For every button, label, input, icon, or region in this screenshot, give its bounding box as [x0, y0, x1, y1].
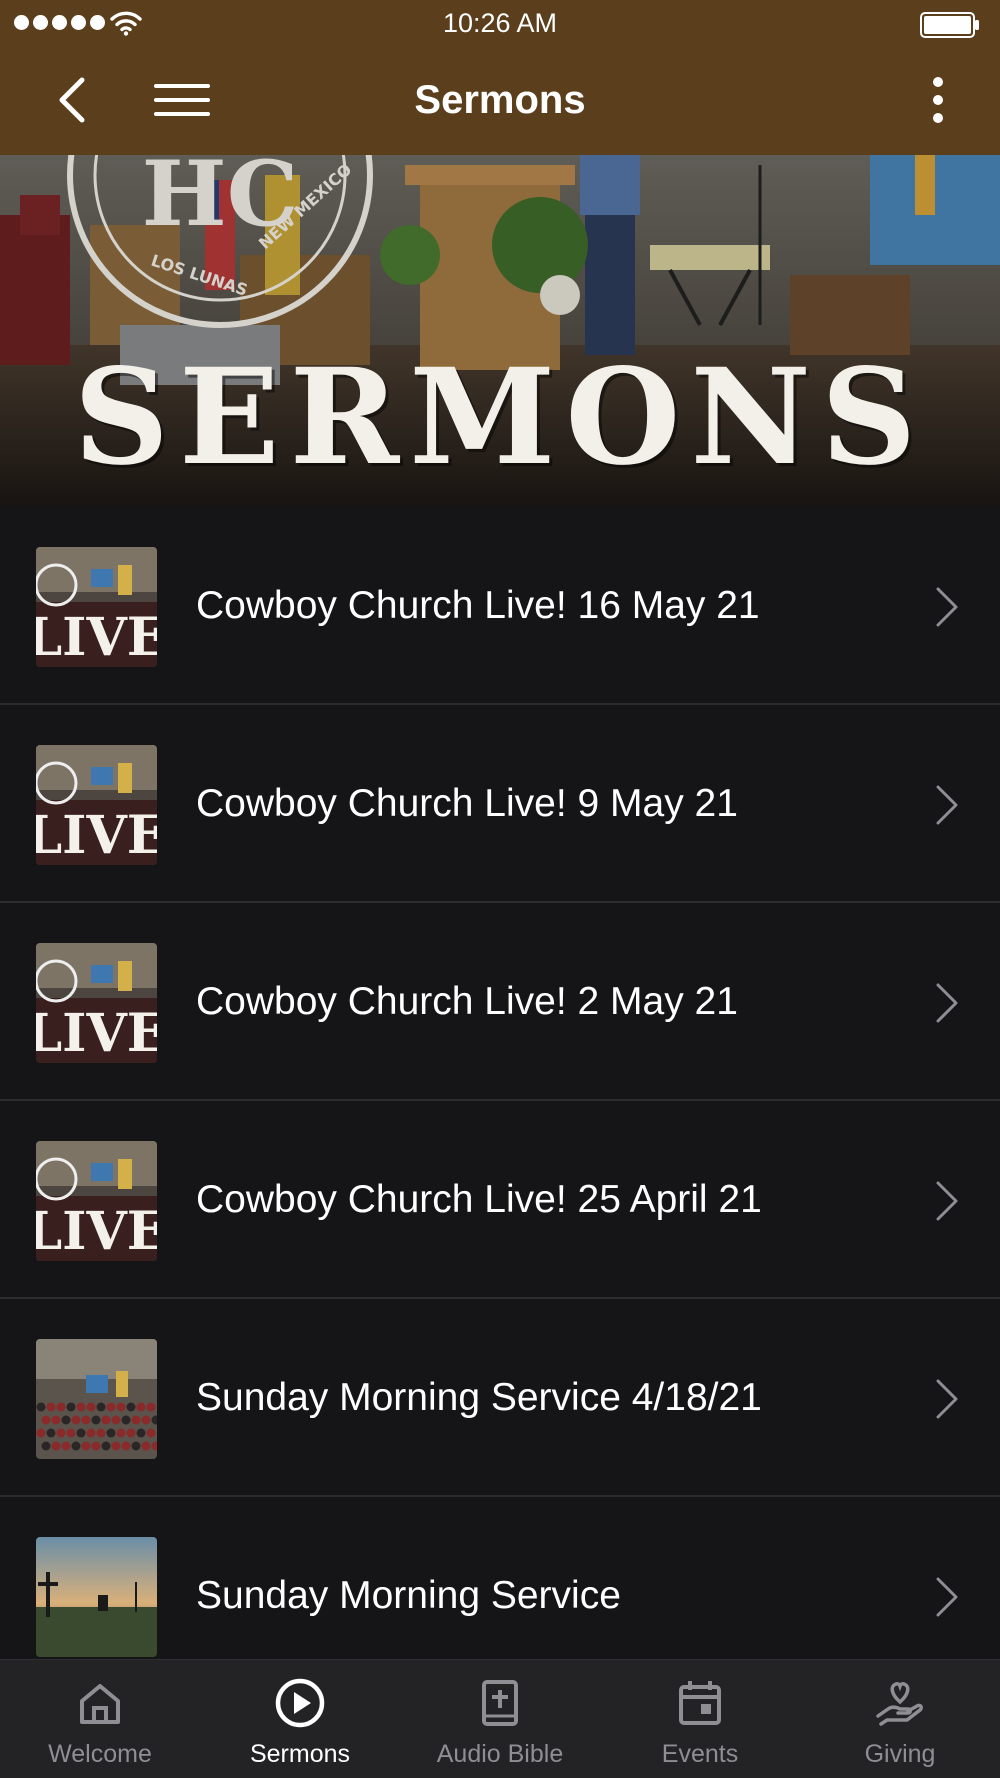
sermon-title: Cowboy Church Live! 25 April 21: [196, 1178, 762, 1221]
sermon-title: Sunday Morning Service: [196, 1574, 621, 1617]
tab-label: Audio Bible: [436, 1740, 564, 1768]
navigation-bar: Sermons: [0, 50, 1000, 155]
home-icon: [80, 1684, 120, 1724]
tab-label: Events: [661, 1740, 739, 1768]
chevron-right-icon: [936, 1577, 958, 1617]
sermon-list-item[interactable]: LIVE Cowboy Church Live! 16 May 21: [0, 507, 1000, 705]
tab-sermons[interactable]: Sermons: [200, 1660, 400, 1778]
sermon-thumbnail: LIVE: [36, 943, 157, 1063]
tab-bar: Welcome Sermons Audio Bible Events Giving: [0, 1659, 1000, 1778]
tab-events[interactable]: Events: [600, 1660, 800, 1778]
bible-icon: [482, 1680, 518, 1726]
svg-text:LIVE: LIVE: [36, 607, 157, 667]
sermon-thumbnail: LIVE: [36, 1141, 157, 1261]
sermon-title: Sunday Morning Service 4/18/21: [196, 1376, 762, 1419]
chevron-right-icon: [936, 1181, 958, 1221]
chevron-right-icon: [936, 587, 958, 627]
tab-label: Giving: [864, 1740, 936, 1768]
sermon-title: Cowboy Church Live! 16 May 21: [196, 584, 760, 627]
svg-text:LIVE: LIVE: [36, 1003, 157, 1063]
battery-icon: [920, 12, 979, 38]
back-button[interactable]: [50, 72, 98, 128]
app-header: 10:26 AM Sermons: [0, 0, 1000, 155]
chevron-left-icon: [59, 77, 85, 123]
sermon-thumbnail: [36, 1537, 157, 1657]
menu-button[interactable]: [150, 78, 214, 122]
sermon-list-item[interactable]: LIVE Cowboy Church Live! 25 April 21: [0, 1101, 1000, 1299]
more-vertical-icon: [933, 77, 943, 123]
chevron-right-icon: [936, 1379, 958, 1419]
sermons-banner: HC LOS LUNAS NEW MEXICO SERMONS: [0, 155, 1000, 507]
hamburger-menu-icon: [154, 84, 210, 116]
tab-welcome[interactable]: Welcome: [0, 1660, 200, 1778]
chevron-right-icon: [936, 983, 958, 1023]
tab-label: Welcome: [48, 1740, 152, 1768]
tab-giving[interactable]: Giving: [800, 1660, 1000, 1778]
chevron-right-icon: [936, 785, 958, 825]
calendar-icon: [679, 1681, 721, 1725]
status-bar: 10:26 AM: [0, 0, 1000, 50]
svg-text:LIVE: LIVE: [36, 1201, 157, 1261]
tab-label: Sermons: [249, 1740, 351, 1768]
sermon-list-item[interactable]: Sunday Morning Service 4/18/21: [0, 1299, 1000, 1497]
status-time: 10:26 AM: [442, 8, 558, 38]
sermon-thumbnail: [36, 1339, 157, 1459]
sermon-thumbnail: LIVE: [36, 547, 157, 667]
sermon-list-item[interactable]: LIVE Cowboy Church Live! 2 May 21: [0, 903, 1000, 1101]
more-options-button[interactable]: [924, 72, 952, 128]
tab-audio-bible[interactable]: Audio Bible: [400, 1660, 600, 1778]
sermon-list-item[interactable]: Sunday Morning Service: [0, 1497, 1000, 1659]
banner-title: SERMONS: [73, 340, 927, 495]
giving-hand-icon: [876, 1682, 923, 1726]
sermon-list-item[interactable]: LIVE Cowboy Church Live! 9 May 21: [0, 705, 1000, 903]
sermon-title: Cowboy Church Live! 9 May 21: [196, 782, 738, 825]
play-circle-icon: [275, 1678, 325, 1728]
sermon-list: LIVE Cowboy Church Live! 16 May 21 LIVE Cow…: [0, 507, 1000, 1659]
svg-text:LIVE: LIVE: [36, 805, 157, 865]
sermon-thumbnail: LIVE: [36, 745, 157, 865]
sermon-title: Cowboy Church Live! 2 May 21: [196, 980, 738, 1023]
page-title: Sermons: [414, 78, 586, 122]
